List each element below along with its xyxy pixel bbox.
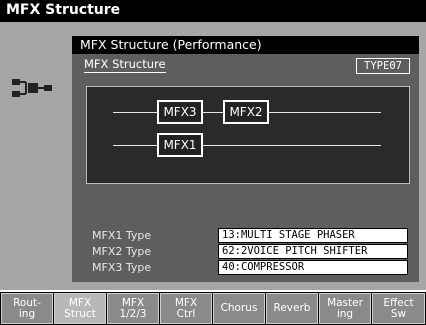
connector-line: [113, 145, 157, 146]
panel-title: MFX Structure (Performance): [80, 37, 262, 52]
mfx1-type-label: MFX1 Type: [92, 229, 152, 242]
connector-line: [269, 112, 381, 113]
mfx3-type-label: MFX3 Type: [92, 261, 152, 274]
connector-line: [113, 112, 157, 113]
tab-chorus[interactable]: Chorus: [213, 293, 265, 324]
routing-structure-icon: [10, 74, 54, 104]
tab-mfx-struct[interactable]: MFX Struct: [54, 293, 106, 324]
structure-type-value[interactable]: TYPE07: [356, 58, 410, 74]
panel-header: MFX Structure (Performance): [72, 36, 419, 54]
structure-label: MFX Structure: [84, 57, 166, 73]
title-bar: MFX Structure: [0, 0, 426, 22]
mfx-routing-diagram: MFX3 MFX2 MFX1: [86, 86, 410, 184]
mfx2-block[interactable]: MFX2: [223, 100, 269, 124]
window-title: MFX Structure: [6, 2, 121, 18]
tab-mastering[interactable]: Master ing: [319, 293, 371, 324]
connector-line: [203, 145, 381, 146]
mfx3-type-value[interactable]: 40:COMPRESSOR: [218, 260, 408, 275]
connector-line: [203, 112, 223, 113]
tab-bar: Rout- ing MFX Struct MFX 1/2/3 MFX Ctrl …: [0, 292, 426, 325]
mfx2-type-value[interactable]: 62:2VOICE PITCH SHIFTER: [218, 244, 408, 259]
tab-mfx-ctrl[interactable]: MFX Ctrl: [160, 293, 212, 324]
tab-mfx-123[interactable]: MFX 1/2/3: [107, 293, 159, 324]
mfx2-type-label: MFX2 Type: [92, 245, 152, 258]
tab-reverb[interactable]: Reverb: [266, 293, 318, 324]
mfx3-block[interactable]: MFX3: [157, 100, 203, 124]
tab-effect-sw[interactable]: Effect Sw: [372, 293, 425, 324]
mfx-structure-panel: MFX Structure (Performance) MFX Structur…: [72, 36, 419, 282]
mfx1-block[interactable]: MFX1: [157, 133, 203, 157]
tab-routing[interactable]: Rout- ing: [1, 293, 53, 324]
mfx1-type-value[interactable]: 13:MULTI STAGE PHASER: [218, 228, 408, 243]
